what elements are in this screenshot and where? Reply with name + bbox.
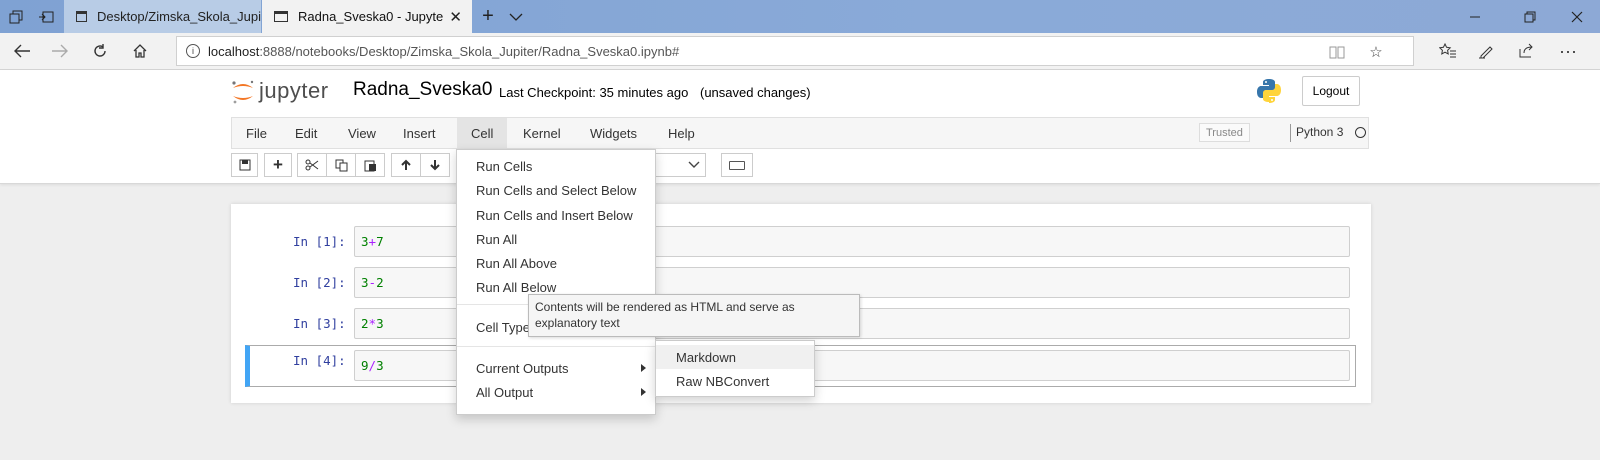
back-icon[interactable]: [6, 37, 38, 65]
favorite-star-icon[interactable]: ☆: [1366, 43, 1386, 61]
menu-current-outputs[interactable]: Current Outputs: [457, 356, 655, 380]
input-prompt: In [3]:: [293, 316, 346, 331]
url-host: localhost: [208, 43, 260, 59]
paste-icon[interactable]: [355, 153, 385, 177]
maximize-icon[interactable]: [1507, 0, 1553, 33]
menu-run-cells[interactable]: Run Cells: [457, 154, 655, 178]
input-prompt: In [2]:: [293, 275, 346, 290]
save-icon[interactable]: [231, 153, 258, 177]
kernel-idle-indicator-icon: [1355, 127, 1366, 138]
menu-help[interactable]: Help: [654, 118, 709, 148]
code-token: 3: [361, 234, 369, 249]
checkpoint-status: Last Checkpoint: 35 minutes ago: [499, 85, 689, 100]
menu-run-cells-select-below[interactable]: Run Cells and Select Below: [457, 178, 655, 202]
share-icon[interactable]: [1510, 37, 1542, 65]
jupyter-logo[interactable]: jupyter: [231, 78, 329, 104]
menu-kernel[interactable]: Kernel: [509, 118, 575, 148]
menu-widgets[interactable]: Widgets: [576, 118, 651, 148]
code-token: 3: [376, 358, 384, 373]
notebook-name[interactable]: Radna_Sveska0: [353, 79, 492, 101]
browser-tab-bar: Desktop/Zimska_Skola_Jupi Radna_Sveska0 …: [0, 0, 1600, 33]
page-icon: [274, 11, 288, 22]
menu-run-cells-insert-below[interactable]: Run Cells and Insert Below: [457, 203, 655, 227]
code-token: +: [368, 234, 377, 249]
chevron-down-icon: [688, 161, 700, 168]
site-info-icon[interactable]: i: [186, 44, 200, 58]
jupyter-logo-icon: [231, 78, 254, 104]
tab-notebook[interactable]: Radna_Sveska0 - Jupyte ✕: [262, 0, 472, 33]
menu-run-all-above[interactable]: Run All Above: [457, 251, 655, 275]
cut-icon[interactable]: [297, 153, 327, 177]
code-token: 7: [376, 234, 384, 249]
input-prompt: In [1]:: [293, 234, 346, 249]
menu-insert[interactable]: Insert: [389, 118, 450, 148]
autosave-status: (unsaved changes): [700, 85, 811, 100]
move-down-icon[interactable]: [420, 153, 450, 177]
keyboard-icon: [729, 160, 745, 170]
python-logo-icon: [1256, 78, 1282, 104]
page-icon: [76, 11, 87, 22]
move-up-icon[interactable]: [391, 153, 421, 177]
jupyter-logo-text: jupyter: [259, 78, 329, 103]
address-bar[interactable]: i localhost:8888/notebooks/Desktop/Zimsk…: [176, 36, 1414, 66]
copy-icon[interactable]: [326, 153, 356, 177]
tab-manager-icon[interactable]: [0, 0, 32, 33]
menu-all-output-label: All Output: [476, 384, 534, 400]
code-token: -: [368, 275, 377, 290]
code-token: *: [368, 316, 377, 331]
jupyter-header: jupyter Radna_Sveska0 Last Checkpoint: 3…: [0, 70, 1600, 184]
menu-divider: [457, 346, 655, 347]
tab-close-icon[interactable]: ✕: [449, 8, 462, 26]
submenu-markdown[interactable]: Markdown: [656, 345, 814, 369]
menu-cell-type-label: Cell Type: [476, 319, 530, 335]
submenu-arrow-icon: [641, 364, 646, 372]
set-aside-tabs-icon[interactable]: [30, 0, 62, 33]
tab-desktop[interactable]: Desktop/Zimska_Skola_Jupi: [64, 0, 261, 33]
logout-button[interactable]: Logout: [1302, 76, 1360, 106]
more-icon[interactable]: ···: [1552, 37, 1584, 65]
code-token: 2: [376, 275, 384, 290]
notes-icon[interactable]: [1470, 37, 1502, 65]
forward-icon[interactable]: [44, 37, 76, 65]
tab-title: Radna_Sveska0 - Jupyte: [298, 9, 444, 24]
code-token: 9: [361, 358, 369, 373]
submenu-raw-nbconvert[interactable]: Raw NBConvert: [656, 369, 814, 393]
reading-view-icon[interactable]: [1327, 43, 1347, 61]
tab-list-icon[interactable]: [500, 0, 532, 33]
tab-title: Desktop/Zimska_Skola_Jupi: [96, 9, 261, 24]
menu-edit[interactable]: Edit: [281, 118, 331, 148]
favorites-icon[interactable]: [1432, 37, 1464, 65]
menu-file[interactable]: File: [232, 118, 281, 148]
menu-run-all[interactable]: Run All: [457, 227, 655, 251]
command-palette-button[interactable]: [721, 153, 753, 177]
insert-cell-icon[interactable]: +: [264, 153, 292, 177]
kernel-separator: [1290, 124, 1291, 142]
url-path: :8888/notebooks/Desktop/Zimska_Skola_Jup…: [259, 43, 680, 59]
notebook-menubar: File Edit View Insert Cell Kernel Widget…: [231, 117, 1369, 149]
close-icon[interactable]: [1554, 0, 1600, 33]
code-token: 2: [361, 316, 369, 331]
menu-cell[interactable]: Cell: [457, 118, 508, 148]
menu-view[interactable]: View: [334, 118, 390, 148]
browser-nav-bar: i localhost:8888/notebooks/Desktop/Zimsk…: [0, 33, 1600, 70]
code-token: 3: [376, 316, 384, 331]
submenu-arrow-icon: [641, 388, 646, 396]
code-cell-1[interactable]: In [1]: 3+7: [245, 226, 1356, 266]
cell-type-submenu: Markdown Raw NBConvert: [655, 340, 815, 397]
kernel-name: Python 3: [1296, 125, 1344, 139]
input-prompt: In [4]:: [293, 353, 346, 368]
code-token: 3: [361, 275, 369, 290]
menu-current-outputs-label: Current Outputs: [476, 360, 569, 376]
trusted-indicator[interactable]: Trusted: [1199, 123, 1250, 142]
home-icon[interactable]: [124, 37, 156, 65]
menu-all-output[interactable]: All Output: [457, 380, 655, 404]
minimize-icon[interactable]: [1452, 0, 1498, 33]
cell-menu-dropdown: Run Cells Run Cells and Select Below Run…: [456, 149, 656, 415]
refresh-icon[interactable]: [84, 37, 116, 65]
menu-tooltip: Contents will be rendered as HTML and se…: [528, 294, 860, 337]
code-token: /: [368, 358, 377, 373]
